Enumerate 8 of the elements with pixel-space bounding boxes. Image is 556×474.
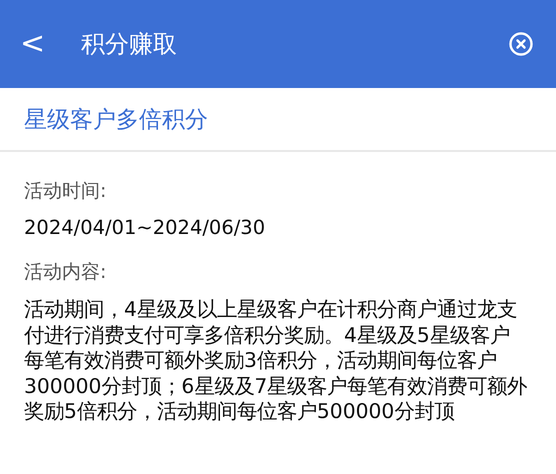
close-icon[interactable] — [508, 31, 534, 57]
page-title: 积分赚取 — [81, 29, 178, 60]
back-button[interactable]: < — [20, 29, 54, 59]
activity-description: 活动期间，4星级及以上星级客户在计积分商户通过龙支付进行消费支付可享多倍积分奖励。4星级及5星级客户每笔有效消费可额外奖励3倍积分，活动期间每位客户300000分封顶；6星级及7星级客户每笔有效消费可额外奖励5倍积分，活动期间每位客户500000分封顶 — [24, 297, 528, 424]
section-label: 活动时间: — [24, 179, 108, 204]
activity-date: 2024/04/01~2024/06/30 — [24, 216, 266, 239]
section-label: 活动内容: — [24, 260, 108, 285]
activity-title: 星级客户多倍积分 — [24, 106, 208, 134]
